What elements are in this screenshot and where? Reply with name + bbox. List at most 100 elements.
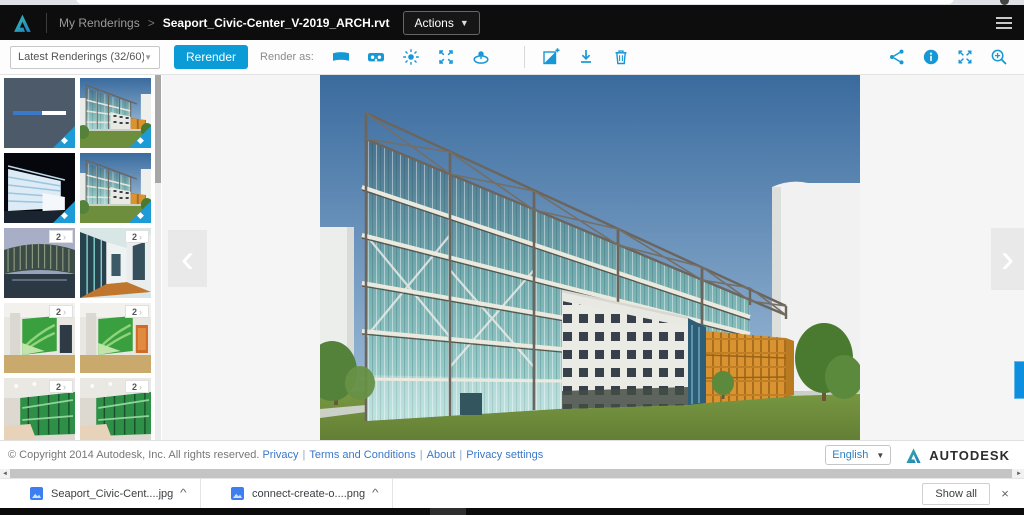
previous-rendering-button[interactable]: ‹	[168, 230, 207, 287]
render-progress-bar	[13, 111, 66, 115]
browser-downloads-bar: Seaport_Civic-Cent....jpg ^ connect-crea…	[0, 478, 1024, 509]
thumbnail-lobby-b[interactable]: 2 ›	[80, 378, 151, 440]
breadcrumb-root[interactable]: My Renderings	[59, 16, 140, 30]
horizontal-scrollbar[interactable]: ◄ ►	[0, 469, 1024, 478]
about-link[interactable]: About	[427, 449, 456, 461]
hamburger-menu-icon[interactable]	[996, 16, 1012, 29]
footer-link-separator: |	[459, 449, 463, 461]
sidebar-scrollbar[interactable]	[155, 75, 161, 440]
download-item-connect-create-png[interactable]: connect-create-o....png ^	[201, 479, 392, 509]
show-all-downloads-button[interactable]: Show all	[922, 482, 990, 505]
terms-link[interactable]: Terms and Conditions	[309, 449, 415, 461]
render-toolbar: Latest Renderings (32/60) ▼ Rerender Ren…	[0, 40, 1024, 75]
breadcrumb-current-file: Seaport_Civic-Center_V-2019_ARCH.rvt	[162, 15, 390, 30]
render-type-icons	[332, 46, 630, 68]
caret-down-icon: ▼	[876, 450, 885, 460]
toolbar-divider	[523, 46, 525, 68]
info-icon[interactable]	[922, 48, 940, 66]
adjust-image-icon[interactable]	[542, 48, 560, 66]
thumbnail-stair-interior-b[interactable]: 2 ›	[80, 303, 151, 373]
gallery-filter-value: Latest Renderings (32/60)	[18, 51, 145, 63]
thumbnail-exterior-illuminance[interactable]: ◆	[4, 153, 75, 223]
download-file-name: connect-create-o....png	[251, 487, 366, 500]
turntable-icon[interactable]	[472, 48, 490, 66]
language-select[interactable]: English ▼	[825, 445, 892, 465]
next-rendering-button[interactable]: ›	[991, 228, 1024, 290]
privacy-settings-link[interactable]: Privacy settings	[466, 449, 543, 461]
content-area: ◆ ◆ ◆ ◆ 2 › 2 › 2 › 2 › 2 › 2 › ‹ ›	[0, 75, 1024, 440]
variant-count-badge[interactable]: 2 ›	[49, 230, 73, 243]
main-rendering-image	[320, 75, 860, 440]
footer-link-separator: |	[419, 449, 423, 461]
variant-count-badge[interactable]: 2 ›	[125, 230, 149, 243]
close-downloads-bar-icon[interactable]: ×	[990, 486, 1020, 501]
site-footer: © Copyright 2014 Autodesk, Inc. All righ…	[0, 440, 1024, 469]
chevron-right-icon: ›	[63, 231, 66, 242]
privacy-link[interactable]: Privacy	[262, 449, 298, 461]
gallery-filter-select[interactable]: Latest Renderings (32/60) ▼	[10, 45, 160, 69]
panorama-icon[interactable]	[332, 48, 350, 66]
caret-down-icon: ▼	[144, 52, 152, 62]
chevron-right-icon: ›	[63, 381, 66, 392]
autodesk-footer-logo: AUTODESK	[905, 447, 1010, 464]
download-expand-caret-icon[interactable]: ^	[180, 488, 187, 499]
share-icon[interactable]	[888, 48, 906, 66]
thumbnail-lobby-a[interactable]: 2 ›	[4, 378, 75, 440]
variant-count: 2	[55, 381, 61, 392]
thumbnail-grid: ◆ ◆ ◆ ◆ 2 › 2 › 2 › 2 › 2 › 2 ›	[4, 78, 152, 440]
gem-icon: ◆	[61, 210, 68, 220]
feedback-tab[interactable]	[1014, 361, 1024, 399]
downloads-divider	[391, 478, 393, 509]
taskbar-sliver	[0, 508, 1024, 515]
cloud-credit-badge: ◆	[53, 126, 75, 148]
scroll-right-arrow-icon[interactable]: ►	[1014, 469, 1024, 478]
viewer-tool-icons	[888, 48, 1008, 66]
autodesk-logo-icon[interactable]	[12, 13, 34, 33]
rendering-thumbnails-sidebar: ◆ ◆ ◆ ◆ 2 › 2 › 2 › 2 › 2 › 2 ›	[0, 75, 162, 440]
solar-study-icon[interactable]	[402, 48, 420, 66]
app-header: My Renderings > Seaport_Civic-Center_V-2…	[0, 5, 1024, 40]
thumbnail-corridor[interactable]: 2 ›	[80, 228, 151, 298]
variant-count-badge[interactable]: 2 ›	[125, 380, 149, 393]
autodesk-logo-icon	[906, 447, 921, 463]
variant-count: 2	[131, 231, 137, 242]
download-icon[interactable]	[577, 48, 595, 66]
delete-icon[interactable]	[612, 48, 630, 66]
variant-count-badge[interactable]: 2 ›	[49, 380, 73, 393]
download-item-seaport-jpg[interactable]: Seaport_Civic-Cent....jpg ^	[0, 479, 200, 509]
thumbnail-exterior-dusk[interactable]: 2 ›	[4, 228, 75, 298]
header-divider	[46, 12, 47, 33]
cloud-credit-badge: ◆	[129, 126, 151, 148]
image-file-icon	[230, 487, 244, 500]
image-file-icon	[30, 487, 43, 500]
chevron-right-icon: ›	[139, 381, 142, 392]
sidebar-scrollbar-thumb[interactable]	[155, 75, 161, 183]
scroll-left-arrow-icon[interactable]: ◄	[0, 469, 10, 478]
zoom-in-icon[interactable]	[990, 48, 1008, 66]
horizontal-scrollbar-thumb[interactable]	[10, 469, 1012, 478]
thumbnail-stair-interior-a[interactable]: 2 ›	[4, 303, 75, 373]
variant-count-badge[interactable]: 2 ›	[125, 305, 149, 318]
variant-count: 2	[131, 306, 137, 317]
render-as-label: Render as:	[260, 51, 314, 63]
download-expand-caret-icon[interactable]: ^	[372, 488, 379, 499]
fullscreen-icon[interactable]	[956, 48, 974, 66]
thumbnail-exterior-day-2[interactable]: ◆	[80, 153, 151, 223]
actions-button[interactable]: Actions ▼	[403, 10, 480, 35]
copyright-text: © Copyright 2014 Autodesk, Inc. All righ…	[8, 449, 260, 461]
render-viewer: ‹ ›	[162, 75, 1024, 440]
gem-icon: ◆	[137, 135, 144, 145]
autodesk-wordmark: AUTODESK	[929, 447, 1010, 463]
rerender-button[interactable]: Rerender	[174, 45, 249, 69]
interactive-panorama-icon[interactable]	[437, 48, 455, 66]
variant-count-badge[interactable]: 2 ›	[49, 305, 73, 318]
chevron-right-icon: ›	[139, 231, 142, 242]
download-file-name: Seaport_Civic-Cent....jpg	[51, 487, 174, 500]
cloud-credit-badge: ◆	[129, 201, 151, 223]
stereo-panorama-icon[interactable]	[367, 48, 385, 66]
thumbnail-exterior-day-selected[interactable]: ◆	[80, 78, 151, 148]
gem-icon: ◆	[137, 210, 144, 220]
breadcrumb-separator: >	[147, 15, 155, 30]
thumbnail-rendering-in-progress[interactable]: ◆	[4, 78, 75, 148]
variant-count: 2	[55, 306, 61, 317]
